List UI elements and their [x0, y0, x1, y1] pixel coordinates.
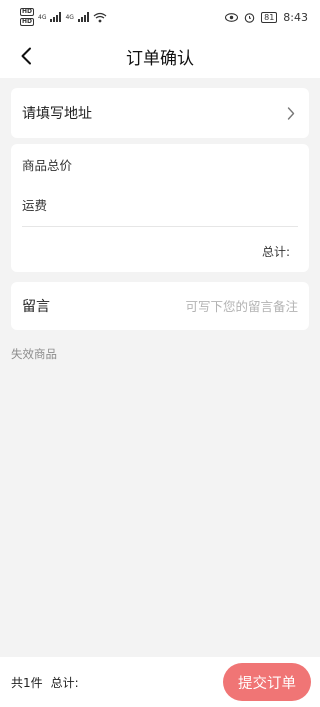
- message-input[interactable]: [50, 298, 298, 314]
- order-summary: 共1件 总计:: [11, 674, 79, 691]
- goods-total-label: 商品总价: [22, 157, 73, 173]
- shipping-label: 运费: [22, 197, 48, 213]
- page-title: 订单确认: [126, 48, 194, 69]
- address-label: 请填写地址: [22, 106, 92, 122]
- battery-indicator: 81: [261, 11, 278, 23]
- status-left: HD HD 4G 4G: [20, 8, 107, 26]
- total-row: 总计:: [22, 227, 298, 275]
- signal-icon: [77, 12, 89, 22]
- hd-badge: HD: [20, 8, 35, 16]
- wifi-icon: [93, 12, 107, 23]
- chevron-right-icon: [284, 106, 298, 120]
- submit-order-button[interactable]: 提交订单: [223, 663, 311, 701]
- goods-total-row: 商品总价: [22, 144, 298, 184]
- status-right: 81 8:43: [225, 11, 308, 24]
- message-card: 留言: [11, 282, 309, 330]
- price-summary-card: 商品总价 运费 总计:: [11, 144, 309, 272]
- nav-bar: 订单确认: [0, 34, 320, 78]
- total-label: 总计:: [261, 244, 290, 259]
- bottom-bar: 共1件 总计: 提交订单: [0, 657, 320, 707]
- invalid-goods-title: 失效商品: [11, 347, 57, 361]
- back-button[interactable]: [12, 42, 40, 70]
- sim-indicators: HD HD: [20, 8, 35, 26]
- network-type: 4G: [38, 13, 47, 21]
- network-type: 4G: [65, 13, 74, 21]
- clock-time: 8:43: [283, 10, 308, 24]
- alarm-icon: [244, 12, 255, 23]
- shipping-row: 运费: [22, 184, 298, 224]
- bottom-total-label: 总计:: [50, 675, 79, 690]
- eye-icon: [225, 12, 239, 22]
- message-label: 留言: [22, 299, 50, 315]
- chevron-left-icon: [21, 47, 31, 65]
- hd-badge: HD: [20, 18, 35, 26]
- status-bar: HD HD 4G 4G 81 8:43: [0, 0, 320, 34]
- item-count: 共1件: [11, 675, 43, 690]
- signal-icon: [50, 12, 62, 22]
- address-selector[interactable]: 请填写地址: [11, 88, 309, 138]
